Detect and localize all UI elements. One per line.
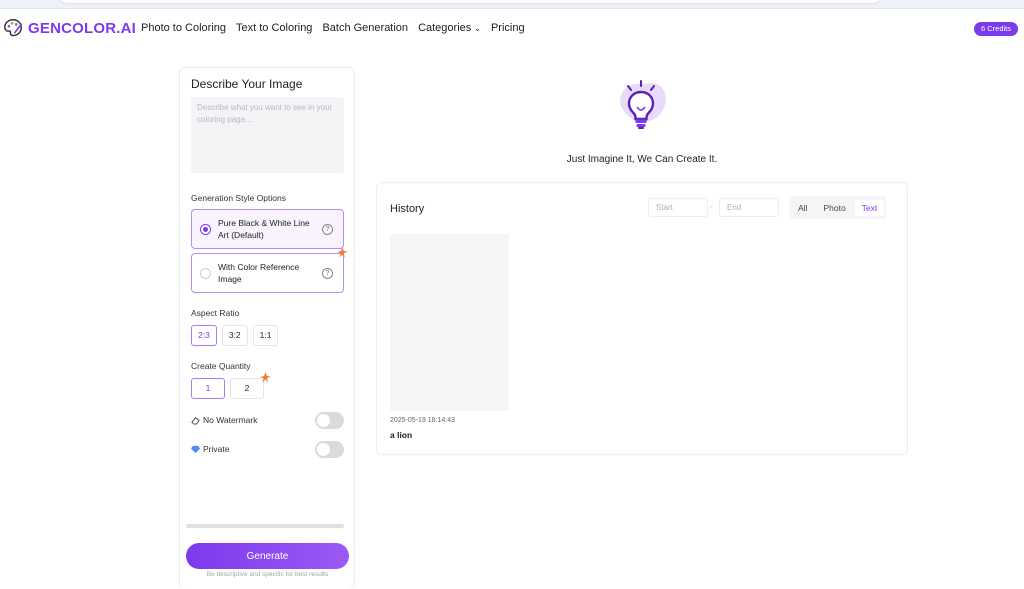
quantity-2-button[interactable]: 2 xyxy=(230,378,264,399)
quantity-label: Create Quantity xyxy=(191,361,251,371)
no-watermark-text: No Watermark xyxy=(203,415,258,425)
aspect-3-2-button[interactable]: 3:2 xyxy=(221,325,248,346)
nav-categories-label: Categories xyxy=(418,22,472,34)
hero-tagline: Just Imagine It, We Can Create It. xyxy=(566,154,718,165)
prompt-input[interactable] xyxy=(191,97,344,173)
radio-line-art[interactable] xyxy=(200,224,211,235)
history-title: History xyxy=(390,203,425,215)
aspect-2-3-button[interactable]: 2:3 xyxy=(191,325,217,346)
nav-categories[interactable]: Categories ⌄ xyxy=(418,22,481,34)
end-date-input[interactable]: End xyxy=(719,198,779,217)
address-bar[interactable] xyxy=(60,0,880,4)
date-separator: - xyxy=(710,202,713,211)
quantity-1-button[interactable]: 1 xyxy=(191,378,225,399)
nav-pricing[interactable]: Pricing xyxy=(491,22,525,34)
eraser-icon xyxy=(191,416,200,425)
style-option-label: Pure Black & White Line Art (Default) xyxy=(218,218,310,240)
nav-batch-generation[interactable]: Batch Generation xyxy=(322,22,408,34)
site-header: GENCOLOR.AI Photo to Coloring Text to Co… xyxy=(0,9,1024,49)
browser-address-strip xyxy=(0,0,1024,9)
private-row: Private xyxy=(191,441,344,459)
private-toggle[interactable] xyxy=(315,441,344,458)
history-item-prompt: a lion xyxy=(390,430,413,440)
style-option-color-reference[interactable]: With Color Reference Image ? xyxy=(191,253,344,293)
hero-section: Just Imagine It, We Can Create It. xyxy=(376,72,908,172)
history-panel: History Start - End All Photo Text 2025-… xyxy=(376,182,908,455)
filter-all-tab[interactable]: All xyxy=(791,200,814,216)
private-text: Private xyxy=(203,444,230,454)
logo[interactable]: GENCOLOR.AI xyxy=(2,17,136,39)
panel-title: Describe Your Image xyxy=(191,77,303,91)
start-date-input[interactable]: Start xyxy=(648,198,708,217)
main-nav: Photo to Coloring Text to Coloring Batch… xyxy=(141,22,525,34)
history-item-date: 2025-05-19 18:14:43 xyxy=(390,417,455,424)
generation-panel: Describe Your Image Generation Style Opt… xyxy=(179,67,355,589)
chevron-down-icon: ⌄ xyxy=(474,24,481,33)
radio-color-reference[interactable] xyxy=(200,268,211,279)
style-option-label: With Color Reference Image xyxy=(218,262,300,284)
no-watermark-toggle[interactable] xyxy=(315,412,344,429)
history-filter-tabs: All Photo Text xyxy=(789,196,887,219)
palette-logo-icon xyxy=(4,19,23,37)
filter-photo-tab[interactable]: Photo xyxy=(816,200,852,216)
sparkle-icon xyxy=(260,372,271,383)
style-options-label: Generation Style Options xyxy=(191,193,286,203)
aspect-ratio-options: 2:3 3:2 1:1 xyxy=(191,325,279,346)
sparkle-icon xyxy=(337,247,348,258)
aspect-1-1-button[interactable]: 1:1 xyxy=(252,325,279,346)
nav-photo-to-coloring[interactable]: Photo to Coloring xyxy=(141,22,226,34)
brand-name: GENCOLOR.AI xyxy=(28,19,137,37)
no-watermark-label: No Watermark xyxy=(191,415,257,425)
generation-progress-bar xyxy=(186,524,344,528)
history-thumbnail[interactable] xyxy=(390,234,509,411)
help-icon[interactable]: ? xyxy=(322,224,333,235)
generate-button[interactable]: Generate xyxy=(186,543,349,569)
style-option-line-art[interactable]: Pure Black & White Line Art (Default) ? xyxy=(191,209,344,249)
help-icon[interactable]: ? xyxy=(322,268,333,279)
nav-text-to-coloring[interactable]: Text to Coloring xyxy=(236,22,312,34)
quantity-options: 1 2 xyxy=(191,378,264,399)
generate-hint: Be descriptive and specific for best res… xyxy=(206,571,329,578)
diamond-icon xyxy=(191,445,200,453)
lightbulb-icon xyxy=(620,80,666,129)
credits-badge[interactable]: 6 Credits xyxy=(974,22,1019,36)
private-label: Private xyxy=(191,444,229,454)
aspect-ratio-label: Aspect Ratio xyxy=(191,308,240,318)
filter-text-tab[interactable]: Text xyxy=(854,199,885,216)
no-watermark-row: No Watermark xyxy=(191,412,344,430)
